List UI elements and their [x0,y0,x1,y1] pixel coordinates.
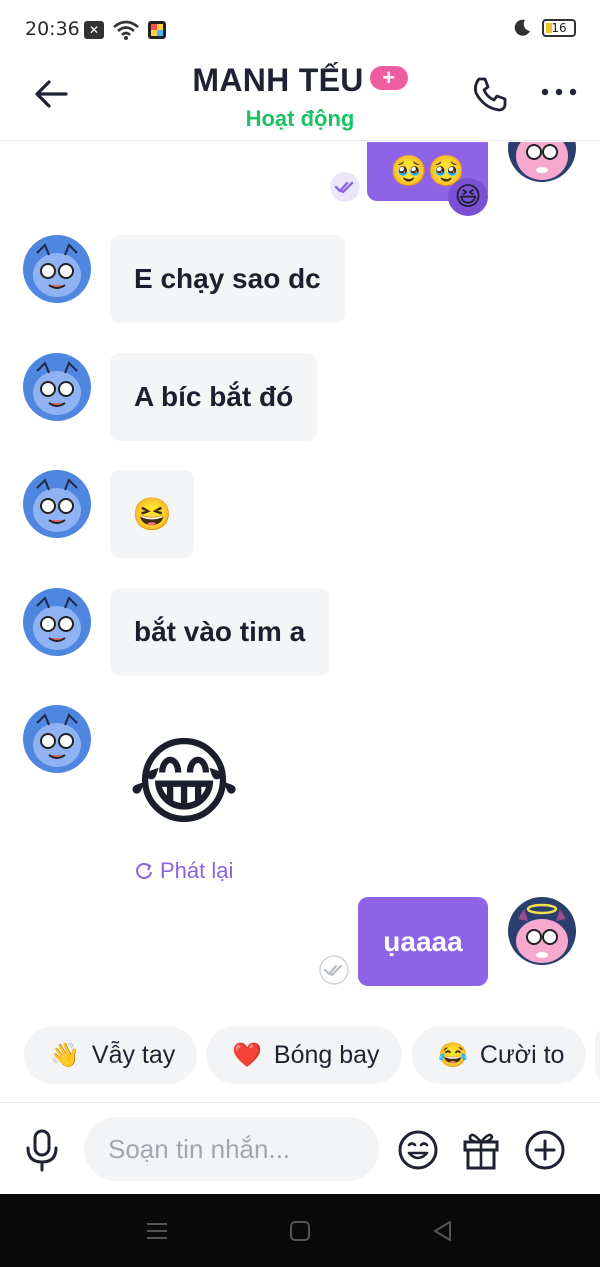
moon-icon [514,19,530,36]
quick-reaction-laugh[interactable]: 😂 Cười to [412,1026,587,1084]
message-text: A bíc bắt đó [134,381,294,412]
status-time: 20:36 [25,18,80,40]
message-bubble-incoming[interactable]: bắt vào tim a [110,588,330,676]
contact-name-text: MANH TẾU [192,62,364,98]
quick-reaction-balloon[interactable]: ❤️ Bóng bay [206,1026,402,1084]
add-icon[interactable] [524,1129,566,1171]
plus-badge: + [369,66,408,90]
message-composer [0,1102,600,1194]
replay-label: Phát lại [160,858,234,883]
message-text: E chạy sao dc [134,263,321,294]
battery-icon: 16 [542,19,576,37]
back-nav-icon[interactable] [431,1219,455,1243]
sent-check-icon [319,955,349,985]
microphone-icon[interactable] [22,1128,62,1172]
quick-reaction-wave[interactable]: 👋 Vẫy tay [24,1026,198,1084]
message-bubble-incoming[interactable]: A bíc bắt đó [110,353,318,441]
laugh-icon: 😂 [438,1041,468,1069]
notification-x-icon: ✕ [84,21,104,39]
message-input[interactable] [84,1117,379,1181]
home-nav-icon[interactable] [288,1219,312,1243]
menu-nav-icon[interactable] [145,1219,169,1243]
wifi-icon [113,20,139,40]
contact-avatar[interactable] [23,235,91,303]
emoji-icon[interactable] [397,1129,439,1171]
quick-reaction-bar: 👋 Vẫy tay ❤️ Bóng bay 😂 Cười to [0,1024,600,1088]
reaction-badge[interactable]: 😆 [448,178,488,216]
more-reactions-chip[interactable] [595,1026,600,1084]
chat-header: MANH TẾU + Hoạt động [0,58,600,141]
more-icon[interactable] [540,82,578,102]
my-avatar[interactable] [508,897,576,965]
seen-check-icon [330,172,360,202]
system-nav-bar [0,1194,600,1267]
app-icon [148,21,166,39]
gift-icon[interactable] [460,1127,502,1171]
chip-label: Cười to [479,1040,565,1069]
message-text: 😆 [132,496,172,532]
chip-label: Vẫy tay [91,1040,176,1069]
message-text: bắt vào tim a [134,616,306,647]
contact-avatar[interactable] [23,470,91,538]
animated-sticker[interactable]: 😂 [128,727,240,837]
message-bubble-outgoing[interactable]: ụaaaa [358,897,488,986]
heart-icon: ❤️ [232,1041,262,1069]
contact-avatar[interactable] [23,705,91,773]
replay-button[interactable]: Phát lại [134,858,233,884]
contact-avatar[interactable] [23,588,91,656]
replay-icon [136,863,152,879]
message-text: ụaaaa [383,925,463,957]
chat-messages[interactable]: 🥹🥹 😆 E chạy sao dc A bíc bắt đó 😆 bắt và… [0,142,600,1012]
message-bubble-incoming[interactable]: 😆 [110,470,194,558]
battery-level: 16 [551,21,567,35]
reaction-emoji: 😆 [454,182,482,212]
contact-name[interactable]: MANH TẾU + [0,62,600,99]
status-bar: 20:36 ✕ 16 [0,0,600,58]
online-status: Hoạt động [245,106,355,131]
my-avatar[interactable] [508,142,576,182]
contact-avatar[interactable] [23,353,91,421]
chip-label: Bóng bay [273,1040,380,1069]
message-bubble-incoming[interactable]: E chạy sao dc [110,235,345,323]
wave-icon: 👋 [50,1041,80,1069]
phone-icon[interactable] [470,74,510,114]
